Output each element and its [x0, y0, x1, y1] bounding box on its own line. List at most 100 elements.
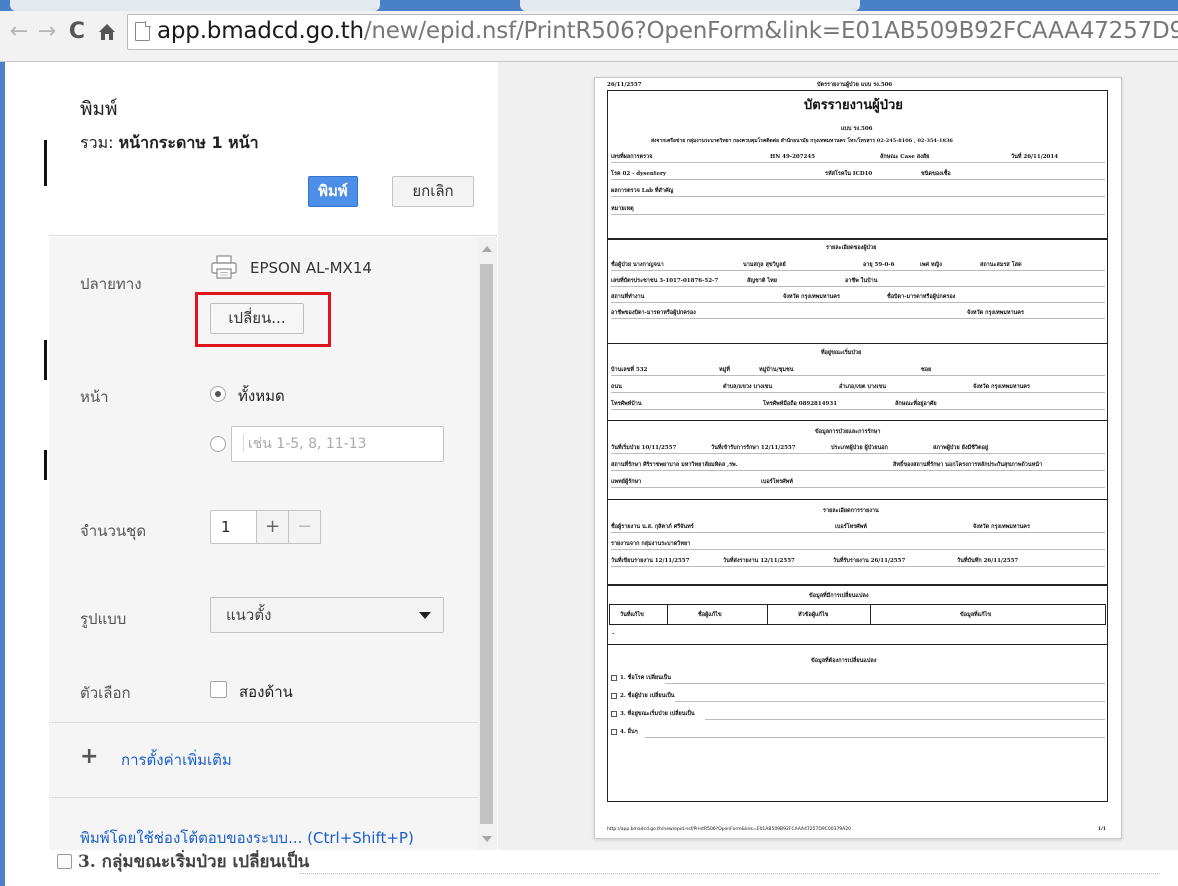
table-header: ข้อมูลที่แก้ไข — [960, 612, 992, 618]
browser-toolbar: ← → C app.bmadcd.go.th/new/epid.nsf/Prin… — [0, 11, 1178, 62]
pages-all-radio[interactable] — [210, 386, 226, 402]
field-line — [611, 470, 1105, 471]
address-bar[interactable]: app.bmadcd.go.th/new/epid.nsf/PrintR506?… — [127, 14, 1178, 50]
field-line — [665, 683, 1105, 684]
cancel-button[interactable]: ยกเลิก — [392, 176, 474, 207]
field-line — [675, 701, 1105, 702]
field-line — [611, 214, 1105, 215]
field-line — [611, 162, 1105, 163]
browser-tab[interactable] — [10, 0, 380, 11]
field-text: วันที่รับรายงาน 26/11/2557 — [833, 558, 906, 564]
copies-input[interactable]: 1 — [210, 510, 257, 544]
field-line — [611, 487, 1105, 488]
field-text: อำเภอ/เขต บางเขน — [839, 384, 886, 390]
section-divider — [607, 644, 1108, 645]
two-sided-checkbox[interactable] — [210, 681, 227, 698]
url-text[interactable]: app.bmadcd.go.th/new/epid.nsf/PrintR506?… — [157, 18, 1178, 44]
browser-tab[interactable] — [520, 0, 860, 11]
form-title: บัตรรายงานผู้ป่วย — [804, 98, 903, 113]
printer-icon — [211, 255, 237, 279]
pages-custom-radio[interactable] — [210, 436, 226, 452]
section-divider — [607, 420, 1108, 421]
page-summary: รวม: หน้ากระดาษ 1 หน้า — [80, 133, 259, 152]
field-line — [611, 196, 1105, 197]
form-checkbox — [611, 711, 617, 717]
field-text: เบอร์โทรศัพท์ — [835, 524, 867, 530]
background-checkbox[interactable] — [57, 854, 72, 869]
field-text: ประเภทผู้ป่วย ผู้ป่วยนอก — [831, 445, 888, 451]
copies-increment-button[interactable]: + — [256, 510, 289, 544]
background-left-strip — [0, 62, 49, 886]
print-header: พิมพ์ รวม: หน้ากระดาษ 1 หน้า พิมพ์ ยกเลิ… — [49, 62, 497, 236]
field-text: อาชีพของบิดา-มารดาหรือผู้ปกครอง — [611, 310, 696, 316]
reload-icon[interactable]: C — [64, 19, 90, 45]
plus-icon[interactable]: + — [80, 746, 98, 768]
field-text: วันที่ส่งรายงาน 12/11/2557 — [723, 558, 795, 564]
section-divider — [607, 343, 1108, 344]
background-line: 3. กลุ่มขณะเริ่มป่วย เปลี่ยนเป็น — [57, 848, 309, 875]
system-dialog-link[interactable]: พิมพ์โดยใช้ช่องโต้ตอบของระบบ... (Ctrl+Sh… — [80, 826, 414, 850]
field-line — [611, 453, 1105, 454]
form-checkbox — [611, 693, 617, 699]
field-text: วันที่ 26/11/2014 — [1011, 154, 1059, 160]
home-icon[interactable] — [94, 19, 120, 45]
divider — [49, 797, 478, 798]
scroll-up-arrow-icon[interactable] — [482, 246, 492, 252]
table-divider — [767, 605, 768, 624]
field-text: ชื่อผู้ป่วย นางกาญจนา — [611, 262, 664, 268]
field-text: อายุ 59-0-6 — [863, 262, 895, 268]
preview-date: 26/11/2557 — [607, 82, 642, 88]
preview-header: บัตรรายงานผู้ป่วย แบบ รง.506 — [817, 82, 893, 88]
printer-name: EPSON AL-MX14 — [250, 259, 372, 277]
field-text: จังหวัด กรุงเทพมหานคร — [973, 384, 1030, 390]
section-title: ข้อมูลการป่วยและการรักษา — [815, 429, 881, 435]
field-line — [611, 318, 1105, 319]
scrollbar-thumb[interactable] — [480, 264, 493, 824]
layout-select[interactable]: แนวตั้ง — [210, 597, 444, 633]
field-text: สัญชาติ ไทย — [747, 278, 777, 284]
field-text: วันที่เริ่มป่วย 10/11/2557 — [611, 445, 677, 451]
layout-label: รูปแบบ — [80, 610, 127, 628]
field-text: โรค 02 - dysentery — [611, 171, 667, 177]
field-text: สิทธิ์ของสถานที่รักษา นอกโครงการหลักประก… — [893, 462, 1043, 468]
background-underline — [300, 873, 1160, 874]
pages-range-input[interactable]: เช่น 1-5, 8, 11-13 — [231, 426, 444, 462]
form-checkbox — [611, 675, 617, 681]
options-label: ตัวเลือก — [80, 684, 131, 702]
field-text: โทรศัพท์มือถือ 0892814931 — [763, 401, 838, 407]
field-text: สถานที่ทำงาน — [611, 294, 645, 300]
more-settings-link[interactable]: การตั้งค่าเพิ่มเติม — [121, 748, 232, 772]
field-line — [645, 737, 1105, 738]
field-text: สถานที่รักษา ศิริราชพยาบาล มหาวิทยาลัยมห… — [611, 462, 738, 468]
table-header: หัวข้อผู้แก้ไข — [798, 612, 829, 618]
field-line — [705, 719, 1105, 720]
field-text: ซอย — [921, 367, 932, 373]
preview-page: 26/11/2557 บัตรรายงานผู้ป่วย แบบ รง.506 … — [594, 77, 1122, 839]
table-header: วันที่แก้ไข — [620, 612, 644, 618]
field-text: ชื่อบิดา-มารดาหรือผู้ปกครอง — [887, 294, 956, 300]
page-icon — [135, 21, 151, 41]
field-line — [611, 532, 1105, 533]
field-line — [611, 270, 1105, 271]
preview-footer-url: http://app.bmadcd.go.th/new/epid.nsf/Pri… — [607, 827, 851, 832]
two-sided-label: สองด้าน — [239, 683, 293, 701]
copies-decrement-button[interactable]: − — [288, 510, 321, 544]
dialog-title: พิมพ์ — [80, 98, 118, 120]
copies-label: จำนวนชุด — [80, 522, 147, 540]
field-text: 3. ที่อยู่ขณะเริ่มป่วย เปลี่ยนเป็น — [620, 711, 695, 717]
background-border — [44, 340, 47, 380]
field-text: หมู่ที่ — [719, 367, 730, 373]
field-text: ถนน — [611, 384, 622, 390]
field-text: HN 49-207245 — [770, 154, 816, 160]
print-button[interactable]: พิมพ์ — [308, 176, 358, 207]
field-line — [611, 409, 1105, 410]
field-text: วันที่เขียนรายงาน 12/11/2557 — [611, 558, 690, 564]
preview-page-number: 1/1 — [1098, 827, 1106, 832]
forward-arrow-icon[interactable]: → — [34, 19, 60, 45]
form-code: แบบ รง.506 — [841, 126, 873, 132]
changes-table: วันที่แก้ไข ชื่อผู้แก้ไข หัวข้อผู้แก้ไข … — [609, 604, 1106, 625]
back-arrow-icon[interactable]: ← — [6, 19, 32, 45]
field-text: ชื่อผู้รายงาน น.ส. กุสิตาภ์ ศรีจันทร์ — [611, 524, 694, 530]
scroll-down-arrow-icon[interactable] — [482, 836, 492, 842]
field-text: จังหวัด กรุงเทพมหานคร — [783, 294, 840, 300]
